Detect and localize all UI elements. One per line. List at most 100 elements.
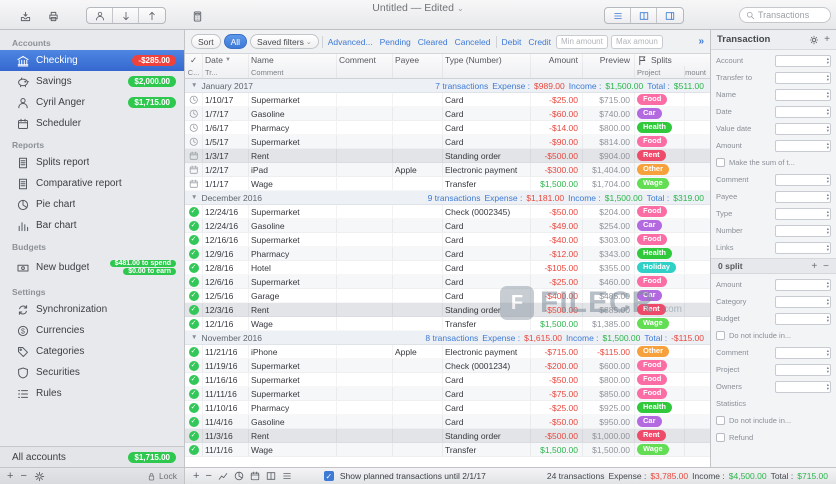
sidebar-item-comparative-report[interactable]: Comparative report (0, 173, 184, 194)
sidebar-item-bar-chart[interactable]: Bar chart (0, 215, 184, 236)
sidebar-item-cyril-anger[interactable]: Cyril Anger $1,715.00 (0, 92, 184, 113)
inspector-add-button[interactable]: + (824, 34, 830, 45)
advanced-filter-button[interactable]: Advanced... (326, 37, 375, 47)
pie-view-button[interactable] (234, 471, 244, 481)
expand-filters-button[interactable]: » (698, 36, 704, 47)
accounts-button[interactable] (87, 8, 113, 23)
search-input[interactable]: Transactions (739, 7, 831, 23)
header-comment[interactable]: Comment (337, 54, 393, 66)
budget-field[interactable]: ▴ ▾ (775, 312, 831, 325)
transaction-row[interactable]: ✓ 11/11/16 Supermarket Card -$75.00 $850.00 Fo… (185, 387, 710, 401)
cleared-filter-button[interactable]: Cleared (416, 37, 450, 47)
amount-field[interactable]: ▴ ▾ (775, 139, 831, 152)
name-field[interactable]: ▴ ▾ (775, 88, 831, 101)
refund-checkbox[interactable] (716, 433, 725, 442)
sort-button[interactable]: Sort (191, 34, 221, 49)
transaction-row[interactable]: 1/2/17 iPad Apple Electronic payment -$300.0… (185, 163, 710, 177)
transaction-row[interactable]: ✓ 12/5/16 Garage Card -$400.00 $485.00 Car (185, 289, 710, 303)
sidebar-item-savings[interactable]: Savings $2,000.00 (0, 71, 184, 92)
remove-transaction-button[interactable]: − (205, 470, 211, 482)
project-field[interactable]: ▴ ▾ (775, 363, 831, 376)
links-field[interactable]: ▴ ▾ (775, 241, 831, 254)
date-field[interactable]: ▴ ▾ (775, 105, 831, 118)
sidebar-item-checking[interactable]: Checking -$285.00 (0, 50, 184, 71)
type-field[interactable]: ▴ ▾ (775, 207, 831, 220)
owners-field[interactable]: ▴ ▾ (775, 380, 831, 393)
transaction-row[interactable]: ✓ 11/4/16 Gasoline Card -$50.00 $950.00 Car (185, 415, 710, 429)
import-button[interactable] (14, 8, 36, 24)
value-date-field[interactable]: ▴ ▾ (775, 122, 831, 135)
transaction-row[interactable]: 1/1/17 Wage Transfer $1,500.00 $1,704.00 Wage (185, 177, 710, 191)
remove-account-button[interactable]: − (20, 471, 26, 482)
panel-view-toggle[interactable] (657, 8, 683, 23)
print-button[interactable] (42, 8, 64, 24)
amount-field[interactable]: ▴ ▾ (775, 278, 831, 291)
transaction-row[interactable]: ✓ 12/24/16 Gasoline Card -$49.00 $254.00 Car (185, 219, 710, 233)
sidebar-item-new-budget[interactable]: New budget $481.00 to spend $0.00 to earn (0, 254, 184, 281)
saved-filters-dropdown[interactable]: Saved filters ⌄ (250, 34, 319, 49)
debit-filter-button[interactable]: Debit (500, 37, 524, 47)
credit-filter-button[interactable]: Credit (526, 37, 553, 47)
calculator-button[interactable] (186, 8, 208, 24)
sidebar-settings-button[interactable] (34, 471, 45, 482)
transaction-row[interactable]: 1/6/17 Pharmacy Card -$14.00 $800.00 Health (185, 121, 710, 135)
add-transaction-button[interactable]: + (193, 470, 199, 482)
min-amount-input[interactable] (556, 34, 609, 49)
transaction-row[interactable]: ✓ 11/10/16 Pharmacy Card -$25.00 $925.00 Healt… (185, 401, 710, 415)
columns-view-button[interactable] (266, 471, 276, 481)
header-type[interactable]: Type (Number) (443, 54, 531, 66)
calendar-view-button[interactable] (250, 471, 260, 481)
transaction-row[interactable]: ✓ 11/3/16 Rent Standing order -$500.00 $1,000… (185, 429, 710, 443)
pending-filter-button[interactable]: Pending (378, 37, 413, 47)
max-amount-input[interactable] (611, 34, 664, 49)
transaction-row[interactable]: ✓ 11/1/16 Wage Transfer $1,500.00 $1,500.00 Wa… (185, 443, 710, 457)
remove-split-button[interactable]: − (823, 261, 829, 272)
make-the-sum-of-t-checkbox[interactable] (716, 158, 725, 167)
add-split-button[interactable]: + (811, 261, 817, 272)
transaction-row[interactable]: 1/5/17 Supermarket Card -$90.00 $814.00 Food (185, 135, 710, 149)
header-date[interactable]: Date ▼ (203, 54, 249, 66)
show-planned-checkbox[interactable]: ✓ (323, 471, 334, 481)
disclosure-triangle-icon[interactable]: ▼ (191, 334, 197, 341)
transaction-row[interactable]: ✓ 12/16/16 Supermarket Card -$40.00 $303.00 Fo… (185, 233, 710, 247)
sidebar-item-rules[interactable]: Rules (0, 383, 184, 404)
chart-view-button[interactable] (218, 471, 228, 481)
account-field[interactable]: ▴ ▾ (775, 54, 831, 67)
transaction-row[interactable]: ✓ 12/3/16 Rent Standing order -$500.00 $885.0… (185, 303, 710, 317)
sidebar-item-securities[interactable]: Securities (0, 362, 184, 383)
inspector-settings-button[interactable] (809, 35, 819, 45)
export-transactions-button[interactable] (139, 8, 165, 23)
payee-field[interactable]: ▴ ▾ (775, 190, 831, 203)
header-splits[interactable]: Splits (635, 54, 710, 66)
number-field[interactable]: ▴ ▾ (775, 224, 831, 237)
disclosure-triangle-icon[interactable]: ▼ (191, 194, 197, 201)
sidebar-item-splits-report[interactable]: Splits report (0, 152, 184, 173)
header-payee[interactable]: Payee (393, 54, 443, 66)
import-transactions-button[interactable] (113, 8, 139, 23)
header-amount[interactable]: Amount (531, 54, 583, 66)
transaction-row[interactable]: 1/7/17 Gasoline Card -$60.00 $740.00 Car (185, 107, 710, 121)
sidebar-item-categories[interactable]: Categories (0, 341, 184, 362)
do-not-include-in-checkbox[interactable] (716, 416, 725, 425)
sidebar-item-pie-chart[interactable]: Pie chart (0, 194, 184, 215)
title-chevron-icon[interactable]: ⌄ (457, 4, 464, 13)
transaction-row[interactable]: 1/3/17 Rent Standing order -$500.00 $904.00 R… (185, 149, 710, 163)
lock-button[interactable]: Lock (147, 471, 177, 481)
all-accounts-row[interactable]: All accounts $1,715.00 (0, 446, 184, 467)
transaction-row[interactable]: ✓ 12/24/16 Supermarket Check (0002345) -$50.… (185, 205, 710, 219)
comment-field[interactable]: ▴ ▾ (775, 346, 831, 359)
transaction-row[interactable]: ✓ 12/9/16 Pharmacy Card -$12.00 $343.00 Health (185, 247, 710, 261)
filter-all-button[interactable]: All (223, 34, 248, 49)
transaction-row[interactable]: ✓ 12/1/16 Wage Transfer $1,500.00 $1,385.00 Wa… (185, 317, 710, 331)
sidebar-item-scheduler[interactable]: Scheduler (0, 113, 184, 134)
header-check-column[interactable]: ✓ (185, 54, 203, 66)
disclosure-triangle-icon[interactable]: ▼ (191, 82, 197, 89)
list-view-button[interactable] (282, 471, 292, 481)
transfer-to-field[interactable]: ▴ ▾ (775, 71, 831, 84)
add-account-button[interactable]: + (7, 471, 13, 482)
category-field[interactable]: ▴ ▾ (775, 295, 831, 308)
do-not-include-in-checkbox[interactable] (716, 331, 725, 340)
columns-view-toggle[interactable] (631, 8, 657, 23)
transaction-row[interactable]: ✓ 12/8/16 Hotel Card -$105.00 $355.00 Holiday (185, 261, 710, 275)
transaction-row[interactable]: ✓ 11/19/16 Supermarket Check (0001234) -$200… (185, 359, 710, 373)
